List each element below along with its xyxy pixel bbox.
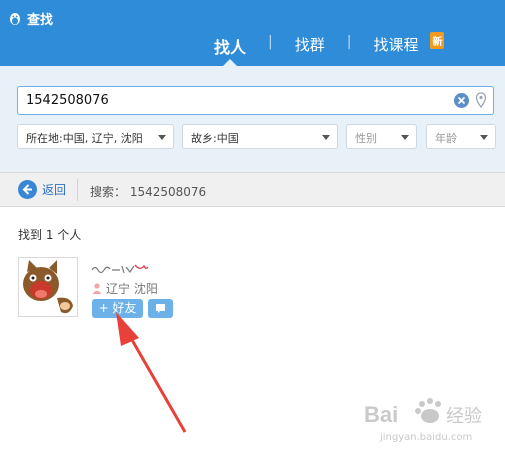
tab-find-groups[interactable]: 找群 — [295, 26, 325, 66]
qq-penguin-icon — [10, 12, 20, 25]
gender-filter[interactable]: 性别 — [346, 124, 417, 149]
result-count: 找到 1 个人 — [18, 228, 82, 242]
search-summary: 搜索： 1542508076 — [90, 185, 207, 199]
person-icon — [92, 283, 102, 294]
chevron-down-icon — [480, 135, 488, 140]
window-title-text: 查找 — [27, 13, 54, 28]
active-tab-indicator — [223, 59, 237, 66]
tab-find-people[interactable]: 找人 — [214, 26, 246, 66]
top-header: 查找 找人 | 找群 | 找课程 新 — [0, 0, 505, 66]
avatar[interactable] — [18, 257, 78, 317]
breadcrumb-bar: 返回 搜索： 1542508076 — [0, 172, 505, 207]
svg-text:Bai: Bai — [364, 402, 398, 427]
divider — [77, 179, 78, 201]
user-location: 辽宁 沈阳 — [92, 280, 158, 297]
back-button[interactable]: 返回 — [18, 180, 66, 199]
message-button[interactable] — [148, 299, 173, 318]
clear-icon[interactable] — [454, 93, 469, 108]
back-label: 返回 — [42, 183, 67, 197]
tab-bar: 找人 | 找群 | 找课程 新 — [196, 26, 445, 66]
baidu-watermark-logo: Bai 经验 jingyan.baidu.com — [364, 398, 482, 443]
svg-text:经验: 经验 — [446, 406, 482, 427]
nickname-image — [91, 264, 149, 274]
filter-label: 年龄 — [435, 132, 457, 145]
tab-find-courses[interactable]: 找课程 新 — [373, 26, 445, 66]
age-filter[interactable]: 年龄 — [426, 124, 496, 149]
add-friend-button[interactable]: + 好友 — [92, 299, 143, 318]
tab-separator: | — [268, 34, 273, 50]
location-filter[interactable]: 所在地:中国, 辽宁, 沈阳 — [17, 124, 174, 149]
chevron-down-icon — [401, 135, 409, 140]
filter-label: 性别 — [355, 132, 377, 145]
message-icon — [156, 304, 165, 313]
filter-label: 故乡:中国 — [191, 132, 239, 145]
search-panel: 所在地:中国, 辽宁, 沈阳 故乡:中国 性别 年龄 — [0, 66, 505, 172]
back-arrow-icon — [18, 180, 37, 199]
hometown-filter[interactable]: 故乡:中国 — [182, 124, 338, 149]
chevron-down-icon — [322, 135, 330, 140]
filter-label: 所在地:中国, 辽宁, 沈阳 — [26, 132, 143, 145]
tab-separator: | — [346, 34, 352, 50]
search-input[interactable] — [26, 87, 446, 114]
search-box — [17, 86, 494, 115]
location-text: 辽宁 沈阳 — [106, 282, 158, 296]
tab-label: 找人 — [214, 38, 247, 57]
svg-text:jingyan.baidu.com: jingyan.baidu.com — [379, 432, 472, 443]
location-pin-icon[interactable] — [475, 92, 487, 108]
tab-label: 找群 — [294, 36, 325, 54]
window-title: 查找 — [8, 9, 53, 28]
new-badge: 新 — [430, 32, 445, 49]
tab-label: 找课程 — [373, 36, 419, 54]
chevron-down-icon — [158, 135, 166, 140]
